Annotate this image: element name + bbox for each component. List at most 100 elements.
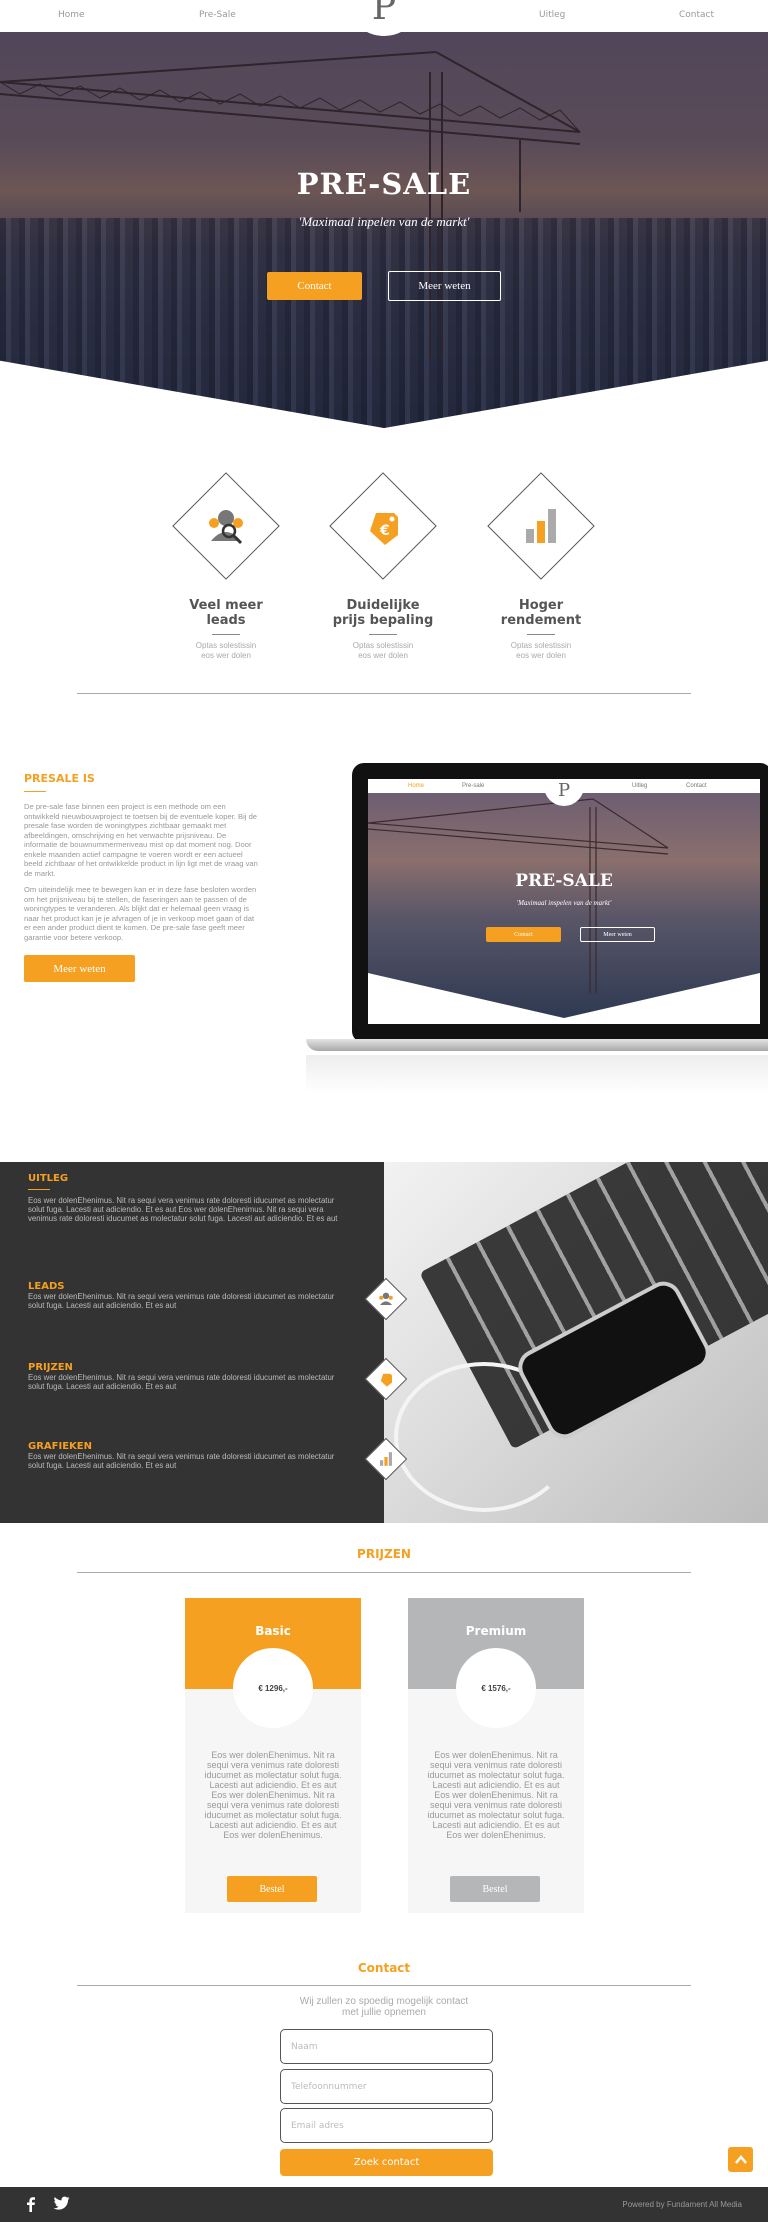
presale-paragraph-1: De pre-sale fase binnen een project is e… — [24, 802, 258, 878]
mockup-contact-button: Contact — [486, 927, 561, 942]
uitleg-prijzen-text: Eos wer dolenEhenimus. Nit ra sequi vera… — [28, 1373, 335, 1391]
plan-card-basic: Basic € 1296,- Eos wer dolenEhenimus. Ni… — [185, 1598, 361, 1913]
users-search-icon — [209, 510, 243, 545]
presale-title: PRESALE IS — [24, 772, 95, 785]
nav-presale[interactable]: Pre-Sale — [199, 10, 236, 20]
plan-description: Eos wer dolenEhenimus. Nit ra sequi vera… — [427, 1750, 565, 1840]
feature-rule — [369, 634, 397, 635]
nav-home[interactable]: Home — [58, 10, 85, 20]
nav-contact[interactable]: Contact — [679, 10, 714, 20]
mockup-nav-home: Home — [408, 783, 425, 789]
users-search-icon — [379, 1292, 393, 1305]
feature-text: Optas solestissin eos wer dolen — [161, 641, 291, 661]
hero-contact-button[interactable]: Contact — [267, 272, 362, 300]
contact-divider — [77, 1985, 691, 1986]
feature-title: Hoger rendement — [476, 598, 606, 628]
mockup-hero-title: PRE-SALE — [515, 871, 613, 891]
price-tag-icon: € — [370, 513, 398, 545]
laptop-mockup: PRE-SALE 'Maximaal inspelen van de markt… — [306, 763, 768, 1093]
nav-uitleg[interactable]: Uitleg — [539, 10, 565, 20]
feature-title-line1: Hoger — [518, 598, 564, 613]
feature-text-line2: eos wer dolen — [358, 651, 408, 660]
feature-text-line1: Optas solestissin — [510, 641, 572, 650]
uitleg-intro: UITLEG Eos wer dolenEhenimus. Nit ra seq… — [28, 1173, 348, 1223]
email-input[interactable] — [280, 2108, 493, 2143]
feature-rule — [527, 634, 555, 635]
uitleg-grafieken: GRAFIEKEN Eos wer dolenEhenimus. Nit ra … — [28, 1441, 348, 1470]
uitleg-grafieken-text: Eos wer dolenEhenimus. Nit ra sequi vera… — [28, 1452, 335, 1470]
contact-title: Contact — [357, 1961, 411, 1975]
mockup-hero: PRE-SALE 'Maximaal inspelen van de markt… — [368, 793, 760, 1018]
hero-overlay — [0, 32, 768, 428]
feature-diamond: € — [329, 472, 437, 580]
uitleg-prijzen-title: PRIJZEN — [28, 1362, 73, 1373]
footer: Powered by Fundament All Media — [0, 2187, 768, 2222]
uitleg-text: Eos wer dolenEhenimus. Nit ra sequi vera… — [28, 1196, 338, 1223]
uitleg-title: UITLEG — [28, 1173, 69, 1184]
prijzen-title: PRIJZEN — [357, 1547, 411, 1561]
logo-letter: P — [371, 0, 397, 28]
scroll-top-button[interactable] — [728, 2147, 753, 2172]
feature-title-line2: prijs bepaling — [332, 613, 434, 628]
contact-subtitle: Wij zullen zo spoedig mogelijk contact m… — [0, 1996, 768, 2018]
laptop-base — [306, 1039, 768, 1051]
feature-text: Optas solestissin eos wer dolen — [318, 641, 448, 661]
laptop-reflection — [306, 1055, 768, 1093]
hero-more-button[interactable]: Meer weten — [388, 271, 501, 301]
feature-text-line1: Optas solestissin — [195, 641, 257, 650]
feature-diamond — [172, 472, 280, 580]
phone-input[interactable] — [280, 2069, 493, 2104]
feature-pricing: € Duidelijke prijs bepaling Optas solest… — [318, 472, 448, 661]
uitleg-underline — [28, 1189, 50, 1190]
bar-chart-icon — [380, 1452, 392, 1466]
contact-subtitle-line2: met jullie opnemen — [342, 2007, 426, 2018]
mockup-nav-presale: Pre-sale — [462, 783, 485, 789]
contact-subtitle-line1: Wij zullen zo spoedig mogelijk contact — [299, 1996, 469, 2007]
feature-title: Duidelijke prijs bepaling — [318, 598, 448, 628]
hero-section: PRE-SALE 'Maximaal inpelen van de markt'… — [0, 32, 768, 428]
feature-return: Hoger rendement Optas solestissin eos we… — [476, 472, 606, 661]
feature-text-line2: eos wer dolen — [516, 651, 566, 660]
section-divider — [77, 693, 691, 694]
plan-card-premium: Premium € 1576,- Eos wer dolenEhenimus. … — [408, 1598, 584, 1913]
mockup-hero-tagline: 'Maximaal inspelen van de markt' — [516, 899, 612, 907]
powered-by-text: Powered by Fundament All Media — [622, 2200, 742, 2209]
plan-price: € 1576,- — [456, 1648, 536, 1728]
order-basic-button[interactable]: Bestel — [227, 1876, 317, 1902]
presale-section: PRESALE IS De pre-sale fase binnen een p… — [24, 772, 259, 982]
laptop-phone-photo — [384, 1162, 768, 1523]
feature-leads: Veel meer leads Optas solestissin eos we… — [161, 472, 291, 661]
svg-text:€: € — [379, 523, 390, 539]
hero-tagline: 'Maximaal inpelen van de markt' — [298, 214, 470, 229]
mockup-more-button: Meer weten — [580, 927, 655, 942]
laptop-screen: PRE-SALE 'Maximaal inspelen van de markt… — [368, 779, 760, 1024]
feature-text-line2: eos wer dolen — [201, 651, 251, 660]
prijzen-divider — [77, 1572, 691, 1573]
bar-chart-icon — [526, 509, 556, 543]
mockup-nav-contact: Contact — [686, 783, 707, 789]
feature-rule — [212, 634, 240, 635]
uitleg-leads-text: Eos wer dolenEhenimus. Nit ra sequi vera… — [28, 1292, 335, 1310]
twitter-icon[interactable] — [53, 2196, 70, 2211]
chevron-up-icon — [734, 2154, 747, 2164]
feature-title-line2: rendement — [500, 613, 582, 628]
name-input[interactable] — [280, 2029, 493, 2064]
order-premium-button[interactable]: Bestel — [450, 1876, 540, 1902]
presale-paragraph-2: Om uiteindelijk mee te bewegen kan er in… — [24, 885, 257, 942]
uitleg-leads: LEADS Eos wer dolenEhenimus. Nit ra sequ… — [28, 1281, 348, 1310]
facebook-icon[interactable] — [24, 2196, 38, 2212]
feature-diamond — [487, 472, 595, 580]
uitleg-grafieken-title: GRAFIEKEN — [28, 1441, 92, 1452]
feature-title-line1: Duidelijke — [346, 598, 420, 613]
hero-title: PRE-SALE — [296, 167, 472, 201]
uitleg-prijzen: PRIJZEN Eos wer dolenEhenimus. Nit ra se… — [28, 1362, 348, 1391]
feature-title-line2: leads — [206, 613, 246, 628]
feature-title-line1: Veel meer — [189, 598, 263, 613]
uitleg-leads-title: LEADS — [28, 1281, 65, 1292]
plan-price: € 1296,- — [233, 1648, 313, 1728]
presale-more-button[interactable]: Meer weten — [24, 955, 135, 982]
contact-submit-button[interactable]: Zoek contact — [280, 2149, 493, 2176]
plan-description: Eos wer dolenEhenimus. Nit ra sequi vera… — [204, 1750, 342, 1840]
price-tag-icon — [380, 1373, 392, 1387]
feature-text: Optas solestissin eos wer dolen — [476, 641, 606, 661]
